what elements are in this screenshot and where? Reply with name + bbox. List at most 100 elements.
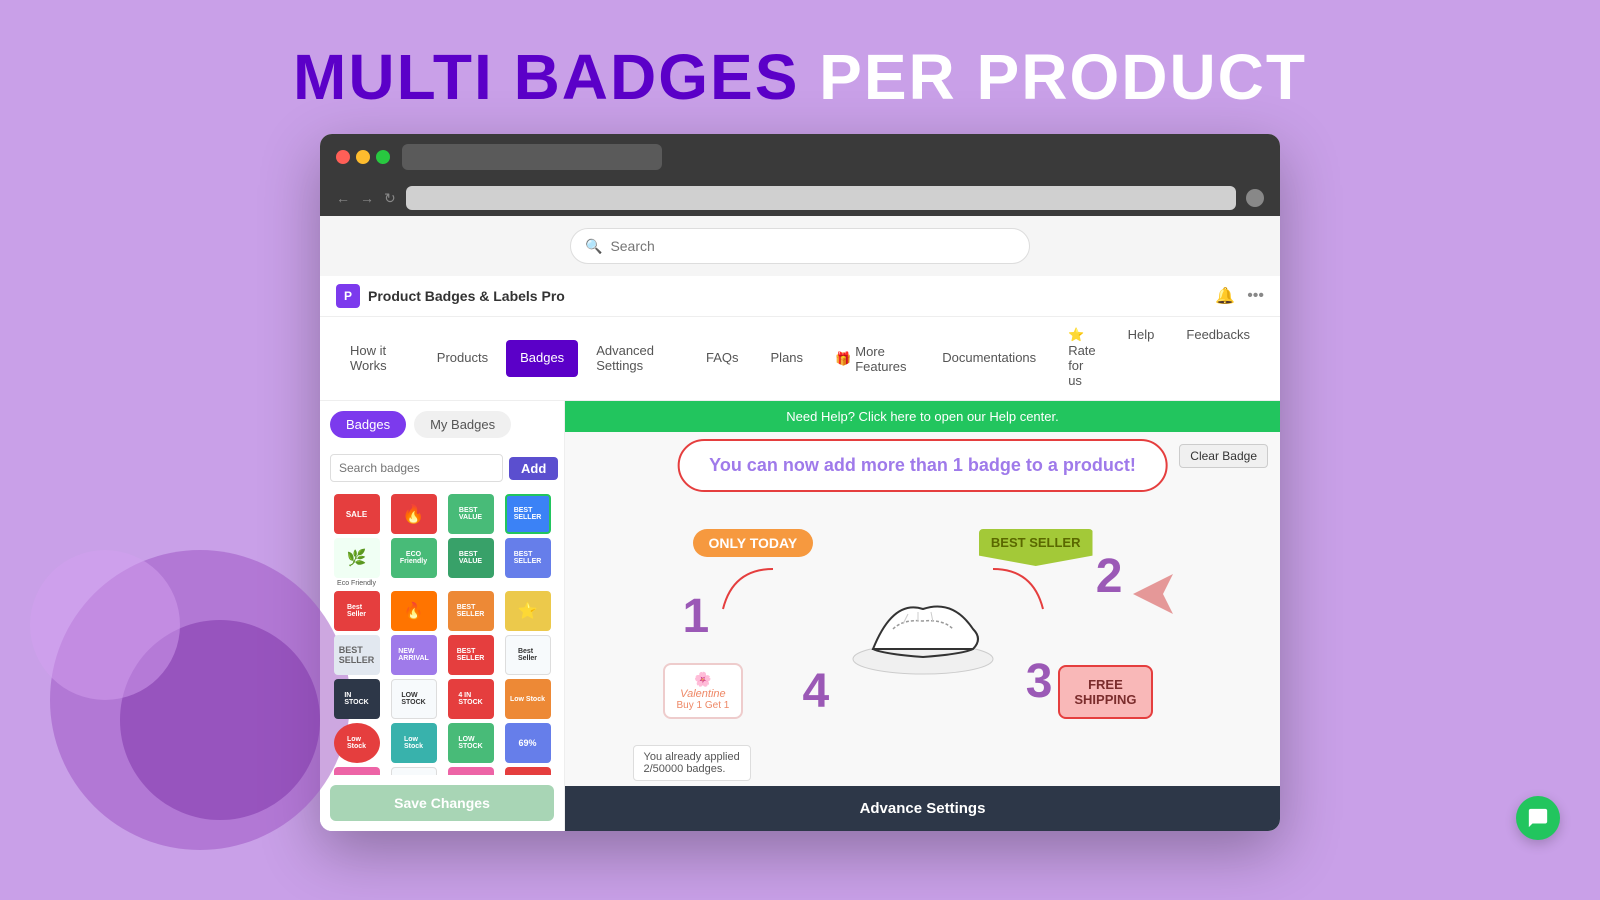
browser-dots — [336, 150, 390, 164]
badge-cell: LowStock — [387, 723, 440, 763]
more-icon[interactable]: ••• — [1247, 287, 1264, 305]
chat-button[interactable] — [1516, 796, 1560, 840]
badge-cell: SALE — [444, 767, 497, 775]
tab-faqs[interactable]: FAQs — [692, 340, 753, 377]
badge-item[interactable]: 💕 — [334, 767, 380, 775]
badge-cell: 🔥 — [387, 494, 440, 534]
badge-valentine: 🌸 Valentine Buy 1 Get 1 — [663, 663, 744, 719]
tab-rate-us[interactable]: ⭐ Rate for us — [1054, 317, 1109, 400]
num-4: 4 — [803, 664, 830, 719]
badge-cell: LOWSTOCK — [387, 679, 440, 719]
app-name: Product Badges & Labels Pro — [368, 288, 565, 304]
badge-item[interactable]: 🌷 — [391, 767, 437, 775]
badge-cell: BESTVALUE — [444, 494, 497, 534]
badge-cell: 69% — [501, 723, 554, 763]
tab-help[interactable]: Help — [1114, 317, 1169, 400]
badge-item[interactable]: ECOFriendly — [391, 538, 437, 578]
page-title: MULTI BADGES PER PRODUCT — [293, 40, 1307, 114]
badge-item[interactable]: LOWSTOCK — [448, 723, 494, 763]
tab-products[interactable]: Products — [423, 340, 502, 377]
help-banner[interactable]: Need Help? Click here to open our Help c… — [565, 401, 1280, 432]
badge-item[interactable]: BESTVALUE — [448, 538, 494, 578]
badge-cell: BestSeller — [501, 635, 554, 675]
tab-plans[interactable]: Plans — [757, 340, 818, 377]
arrow-pointer — [1123, 569, 1183, 629]
address-bar[interactable] — [406, 186, 1236, 210]
badge-item[interactable]: BestSeller — [505, 635, 551, 675]
badge-item[interactable]: LowStock — [391, 723, 437, 763]
badge-item[interactable]: NEWARRIVAL — [391, 635, 437, 675]
notification-icon[interactable]: 🔔 — [1215, 286, 1235, 306]
badge-item[interactable]: ❤️ — [505, 767, 551, 775]
badge-item[interactable]: 🔥 — [391, 494, 437, 534]
badge-item[interactable]: BESTSELLER — [334, 635, 380, 675]
sidebar: Badges My Badges Add SALE 🔥 — [320, 401, 565, 831]
info-box: You can now add more than 1 badge to a p… — [677, 439, 1168, 492]
nav-tabs: How it Works Products Badges Advanced Se… — [320, 317, 1280, 401]
badge-grid: SALE 🔥 BESTVALUE BESTSELLER 🌿 Eco Frie — [320, 488, 564, 775]
badge-item-selected[interactable]: BESTSELLER — [505, 494, 551, 534]
badge-item[interactable]: 69% — [505, 723, 551, 763]
badge-item[interactable]: 4 INSTOCK — [448, 679, 494, 719]
sidebar-tab-my-badges[interactable]: My Badges — [414, 411, 511, 438]
badge-item[interactable]: SALE — [334, 494, 380, 534]
badge-cell: BESTSELLER — [330, 635, 383, 675]
dot-yellow[interactable] — [356, 150, 370, 164]
badge-item[interactable]: INSTOCK — [334, 679, 380, 719]
back-arrow[interactable]: ← — [336, 190, 350, 206]
badge-cell: BestSeller — [330, 591, 383, 631]
badge-item[interactable]: ⭐ — [505, 591, 551, 631]
badge-item[interactable]: 🌿 — [334, 538, 380, 578]
refresh-icon[interactable]: ↻ — [384, 190, 396, 207]
applied-info: You already applied 2/50000 badges. — [633, 745, 751, 781]
sidebar-tab-badges[interactable]: Badges — [330, 411, 406, 438]
search-bar[interactable]: 🔍 — [570, 228, 1030, 264]
badge-cell: BESTSELLER — [444, 635, 497, 675]
tab-feedbacks[interactable]: Feedbacks — [1172, 317, 1264, 400]
badge-cell: 💕 — [330, 767, 383, 775]
badge-cell: BESTSELLER — [444, 591, 497, 631]
title-white: PER PRODUCT — [819, 41, 1307, 113]
browser-menu-btn[interactable] — [1246, 189, 1264, 207]
badge-item[interactable]: Low Stock — [505, 679, 551, 719]
forward-arrow[interactable]: → — [360, 190, 374, 206]
search-icon: 🔍 — [585, 238, 602, 255]
badge-free-shipping: FREE SHIPPING — [1058, 665, 1152, 719]
badge-cell: Low Stock — [501, 679, 554, 719]
badge-item[interactable]: BESTSELLER — [448, 635, 494, 675]
sidebar-search-row: Add — [320, 448, 564, 488]
badge-label: Eco Friendly — [337, 580, 376, 587]
badge-item[interactable]: LOWSTOCK — [391, 679, 437, 719]
num-3: 3 — [1026, 654, 1053, 709]
badge-item[interactable]: SALE — [448, 767, 494, 775]
badge-search-input[interactable] — [330, 454, 503, 482]
num-2: 2 — [1096, 549, 1123, 604]
search-input[interactable] — [610, 238, 1015, 254]
badge-item[interactable]: BESTSELLER — [505, 538, 551, 578]
sidebar-tabs: Badges My Badges — [320, 401, 564, 448]
add-badge-button[interactable]: Add — [509, 457, 558, 480]
save-changes-button[interactable]: Save Changes — [330, 785, 554, 821]
badge-item[interactable]: BESTVALUE — [448, 494, 494, 534]
dot-red[interactable] — [336, 150, 350, 164]
tab-badges[interactable]: Badges — [506, 340, 578, 377]
advance-settings-button[interactable]: Advance Settings — [565, 786, 1280, 831]
arrow-2 — [973, 559, 1053, 619]
browser-nav: ← → ↻ — [320, 180, 1280, 216]
tab-advanced-settings[interactable]: Advanced Settings — [582, 333, 688, 385]
badge-cell: BESTSELLER — [501, 494, 554, 534]
tab-documentations[interactable]: Documentations — [928, 340, 1050, 377]
badge-item[interactable]: 🔥 — [391, 591, 437, 631]
badge-preview-area: Clear Badge You can now add more than 1 … — [565, 432, 1280, 786]
browser-window: ← → ↻ 🔍 P Product Badges & Labels Pro 🔔 … — [320, 134, 1280, 831]
main-layout: Badges My Badges Add SALE 🔥 — [320, 401, 1280, 831]
badge-item[interactable]: BESTSELLER — [448, 591, 494, 631]
badge-cell: LOWSTOCK — [444, 723, 497, 763]
dot-green[interactable] — [376, 150, 390, 164]
tab-how-it-works[interactable]: How it Works — [336, 333, 419, 385]
badge-item[interactable]: LowStock — [334, 723, 380, 763]
browser-chrome — [320, 134, 1280, 180]
tab-more-features[interactable]: 🎁 More Features — [821, 334, 924, 384]
app-content: 🔍 P Product Badges & Labels Pro 🔔 ••• Ho… — [320, 216, 1280, 831]
badge-item[interactable]: BestSeller — [334, 591, 380, 631]
